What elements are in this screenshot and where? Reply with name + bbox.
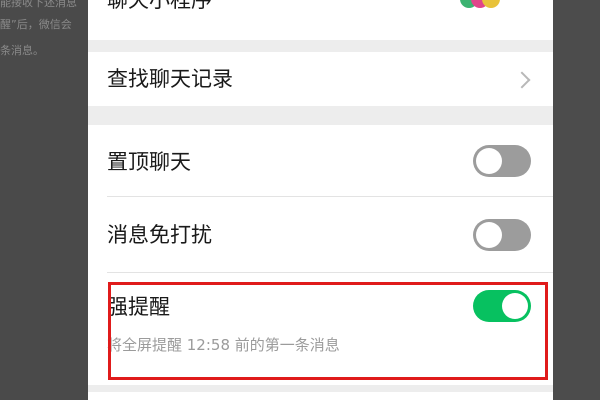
mute-toggle[interactable] [473,219,531,251]
pin-chat-label: 置顶聊天 [107,150,191,174]
highlight-box [108,282,548,380]
background-article: 能接收下述消息 醒”后，微信会 条消息。 [0,0,88,400]
mini-program-icon [482,0,500,8]
toggle-knob [476,222,502,248]
pin-chat-toggle[interactable] [473,145,531,177]
mute-row: 消息免打扰 [88,197,553,273]
pin-chat-row: 置顶聊天 [88,125,553,197]
toggle-knob [476,148,502,174]
chevron-right-icon [513,71,531,89]
search-history-row[interactable]: 查找聊天记录 [88,52,553,106]
mute-label: 消息免打扰 [107,223,212,247]
mini-program-label: 聊天小程序 [107,0,212,12]
background-right [553,0,600,400]
mini-program-icons [460,0,506,12]
article-line: 醒”后，微信会 [0,18,72,31]
next-row [88,392,553,400]
article-line: 条消息。 [0,44,44,57]
mini-program-row[interactable]: 聊天小程序 [88,0,553,40]
article-line: 能接收下述消息 [0,0,77,9]
search-history-label: 查找聊天记录 [107,67,233,91]
